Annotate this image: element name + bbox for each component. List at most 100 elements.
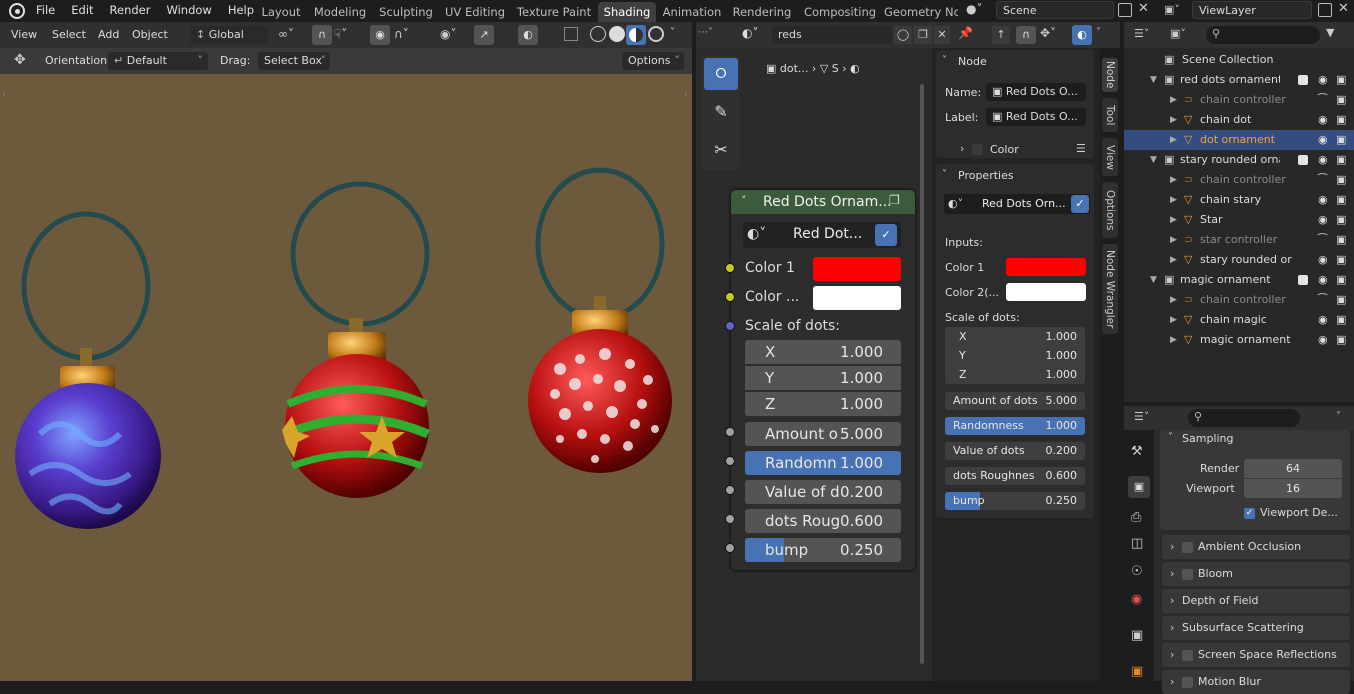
outliner-editor-type-icon[interactable]: ☰˅ [1134, 27, 1149, 40]
shading-solid-icon[interactable] [609, 26, 625, 42]
section-checkbox[interactable] [1182, 542, 1193, 553]
view-layer-field[interactable]: ViewLayer [1192, 1, 1312, 19]
outliner-row[interactable]: ▶ ▽ magic ornament ◉ ▣ [1124, 330, 1354, 350]
outliner-row[interactable]: ▼ ▣ magic ornament ◉ ▣ [1124, 270, 1354, 290]
prop-group-browse-icon[interactable]: ◐˅ [948, 197, 963, 210]
expand-icon[interactable]: › [1170, 670, 1174, 694]
color1-prop-swatch[interactable] [1006, 258, 1086, 276]
expand-icon[interactable]: › [1170, 589, 1174, 613]
filter-icon[interactable]: ▼ [1326, 26, 1334, 39]
links-cut-tool-icon[interactable]: ✂ [704, 134, 738, 166]
snap-grid-icon[interactable]: ✥˅ [1040, 26, 1056, 40]
editor-scrollbar[interactable] [920, 84, 924, 664]
unlink-material-icon[interactable]: ✕ [934, 26, 950, 44]
expand-icon[interactable]: ▶ [1170, 170, 1177, 190]
tab-compositing[interactable]: Compositing [800, 2, 880, 22]
menu-render[interactable]: Render [102, 0, 159, 20]
add-menu[interactable]: Add [98, 28, 119, 41]
object-tab-icon[interactable]: ▣ [1131, 664, 1143, 679]
tab-sculpting[interactable]: Sculpting [376, 2, 436, 22]
select-tool-icon[interactable]: ⭘ [704, 58, 738, 90]
output-tab-icon[interactable]: ⎙ [1131, 510, 1141, 525]
eye-icon[interactable]: ◉ [1318, 70, 1328, 90]
properties-search-input[interactable]: ⚲ [1188, 409, 1300, 427]
collapse-node-icon[interactable]: ˅ [741, 194, 747, 207]
render-camera-icon[interactable]: ▣ [1336, 230, 1346, 250]
viewport-samples-field[interactable]: 16 [1244, 479, 1342, 498]
prop-field-bump[interactable]: bump 0.250 [945, 492, 1085, 510]
expand-icon[interactable]: ▶ [1170, 130, 1177, 150]
view-layer-tab-icon[interactable]: ◫ [1131, 536, 1143, 551]
select-menu[interactable]: Select [52, 28, 86, 41]
socket-color1[interactable] [725, 263, 735, 273]
eye-icon[interactable]: ◉ [1318, 190, 1328, 210]
eye-closed-icon[interactable]: ⁀ [1318, 170, 1327, 190]
xray-icon[interactable] [564, 27, 578, 41]
outliner-row[interactable]: ▶ ▽ chain dot ◉ ▣ [1124, 110, 1354, 130]
render-camera-icon[interactable]: ▣ [1336, 190, 1346, 210]
scene-collection-row[interactable]: ▣ Scene Collection [1124, 50, 1354, 70]
snap-icon[interactable]: ∩ [312, 25, 332, 45]
outliner-row[interactable]: ▶ ▽ stary rounded or ◉ ▣ [1124, 250, 1354, 270]
field-x[interactable]: X 1.000 [745, 340, 901, 364]
menu-window[interactable]: Window [158, 0, 219, 20]
prop-field-z[interactable]: Z 1.000 [945, 365, 1085, 384]
expand-icon[interactable]: ▶ [1170, 310, 1177, 330]
socket-color2[interactable] [725, 292, 735, 302]
shading-wireframe-icon[interactable] [590, 26, 606, 42]
exclude-checkbox[interactable] [1298, 155, 1308, 165]
render-camera-icon[interactable]: ▣ [1336, 170, 1346, 190]
tab-shading[interactable]: Shading [598, 2, 656, 22]
object-menu[interactable]: Object [132, 28, 168, 41]
blender-logo-icon[interactable] [9, 3, 25, 19]
socket-roughness[interactable] [725, 514, 735, 524]
overlay-icon[interactable]: ◐ [518, 25, 538, 45]
tab-view[interactable]: View [1102, 138, 1118, 176]
render-camera-icon[interactable]: ▣ [1336, 330, 1346, 350]
drag-dropdown[interactable]: Select Box ˅ [258, 52, 330, 70]
material-name-field[interactable]: reds [772, 26, 892, 44]
properties-options-icon[interactable]: ˅ [1336, 411, 1341, 422]
outliner-search-input[interactable]: ⚲ [1206, 26, 1320, 44]
expand-icon[interactable]: › [1170, 616, 1174, 640]
proportional-edit-icon[interactable]: ◉ [370, 25, 390, 45]
prop-field-y[interactable]: Y 1.000 [945, 346, 1085, 365]
overlay-options-icon[interactable]: ˅ [1096, 27, 1101, 38]
delete-scene-icon[interactable]: ✕ [1138, 1, 1149, 16]
properties-collapse-icon[interactable]: ˅ [942, 169, 947, 180]
prop-field-randomness[interactable]: Randomness 1.000 [945, 417, 1085, 435]
render-camera-icon[interactable]: ▣ [1336, 110, 1346, 130]
expand-icon[interactable]: ▶ [1170, 330, 1177, 350]
scene-tab-icon[interactable]: ☉ [1131, 564, 1143, 579]
eye-closed-icon[interactable]: ⁀ [1318, 290, 1327, 310]
expand-icon[interactable]: ▶ [1170, 110, 1177, 130]
outliner-row[interactable]: ▶ ▽ dot ornament ◉ ▣ [1124, 130, 1354, 150]
section-checkbox[interactable] [1182, 677, 1193, 688]
eye-icon[interactable]: ◉ [1318, 330, 1328, 350]
render-camera-icon[interactable]: ▣ [1336, 90, 1346, 110]
tab-uv-editing[interactable]: UV Editing [442, 2, 508, 22]
3d-viewport[interactable]: › ‹ [0, 74, 692, 681]
expand-icon[interactable]: ▶ [1170, 250, 1177, 270]
new-view-layer-icon[interactable] [1318, 3, 1332, 17]
field-y[interactable]: Y 1.000 [745, 366, 901, 390]
field-roughness[interactable]: dots Roug 0.600 [745, 509, 901, 533]
falloff-icon[interactable]: ∩˅ [394, 27, 409, 41]
prop-field-roughness[interactable]: dots Roughnes 0.600 [945, 467, 1085, 485]
render-camera-icon[interactable]: ▣ [1336, 150, 1346, 170]
prop-field-value[interactable]: Value of dots 0.200 [945, 442, 1085, 460]
fake-user-shield-icon[interactable]: ✓ [875, 224, 897, 246]
list-icon[interactable]: ☰ [1076, 142, 1086, 155]
panel-depth-of-field[interactable]: › Depth of Field [1162, 589, 1350, 613]
tab-layout[interactable]: Layout [258, 2, 304, 22]
node-group-icon[interactable]: ❐ [889, 193, 900, 207]
sampling-collapse-icon[interactable]: ˅ [1168, 432, 1173, 443]
expand-icon[interactable]: › [1170, 643, 1174, 667]
render-camera-icon[interactable]: ▣ [1336, 310, 1346, 330]
overlay-node-icon[interactable]: ◐ [1072, 25, 1092, 45]
transform-orientation-dropdown[interactable]: ↕ Global [190, 26, 268, 44]
socket-amount[interactable] [725, 427, 735, 437]
fake-user-icon[interactable]: ◯ [894, 26, 912, 44]
node-group-browse-icon[interactable]: ◐˅ [747, 226, 766, 242]
panel-bloom[interactable]: › Bloom [1162, 562, 1350, 586]
